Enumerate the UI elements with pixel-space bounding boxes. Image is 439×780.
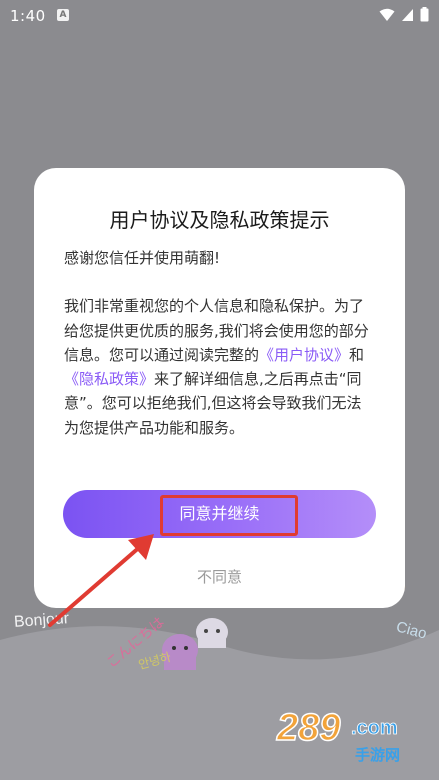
paragraph-conj: 和 <box>349 345 365 364</box>
battery-icon <box>420 7 429 22</box>
privacy-dialog: 用户协议及隐私政策提示 感谢您信任并使用萌翻! 我们非常重视您的个人信息和隐私保… <box>34 168 405 608</box>
status-icons <box>379 7 429 22</box>
site-watermark-logo: 289 .com 手游网 <box>275 706 400 764</box>
dialog-paragraph: 我们非常重视您的个人信息和隐私保护。为了给您提供更优质的服务,我们将会使用您的部… <box>64 294 376 440</box>
annotation-highlight-box <box>160 495 298 536</box>
bg-word-bonjour: Bonjour <box>13 610 70 631</box>
wifi-icon <box>379 8 395 21</box>
cell-signal-icon <box>402 8 413 21</box>
user-agreement-link[interactable]: 《用户协议》 <box>259 346 349 364</box>
dialog-title: 用户协议及隐私政策提示 <box>109 208 330 232</box>
dialog-body: 感谢您信任并使用萌翻! 我们非常重视您的个人信息和隐私保护。为了给您提供更优质的… <box>64 246 376 440</box>
status-time: 1:40 <box>10 7 46 25</box>
svg-text:手游网: 手游网 <box>355 746 400 764</box>
status-bar: 1:40 A <box>0 0 439 32</box>
svg-text:.com: .com <box>351 717 398 739</box>
disagree-button[interactable]: 不同意 <box>34 566 405 587</box>
mascot-white <box>196 618 228 648</box>
svg-text:289: 289 <box>276 707 340 749</box>
notification-icon: A <box>57 9 69 21</box>
privacy-policy-link[interactable]: 《隐私政策》 <box>64 370 154 388</box>
dialog-greeting: 感谢您信任并使用萌翻! <box>64 249 221 267</box>
